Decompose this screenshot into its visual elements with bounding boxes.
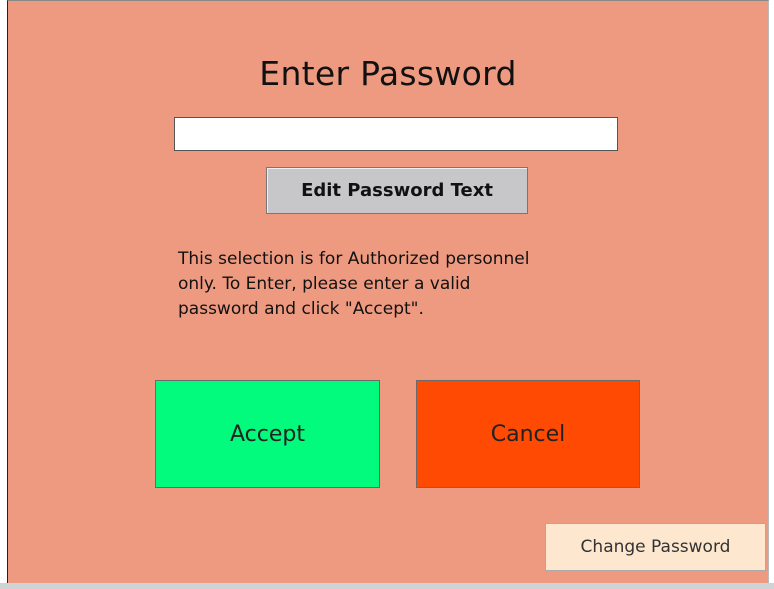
edit-password-text-button[interactable]: Edit Password Text xyxy=(266,167,528,214)
authorization-message: This selection is for Authorized personn… xyxy=(178,249,530,319)
password-dialog: Enter Password Edit Password Text This s… xyxy=(7,0,769,583)
cancel-button[interactable]: Cancel xyxy=(416,380,640,488)
change-password-button[interactable]: Change Password xyxy=(545,523,766,571)
bottom-border xyxy=(0,583,774,589)
accept-button[interactable]: Accept xyxy=(155,380,380,488)
password-input[interactable] xyxy=(174,117,618,151)
dialog-title: Enter Password xyxy=(259,54,517,93)
